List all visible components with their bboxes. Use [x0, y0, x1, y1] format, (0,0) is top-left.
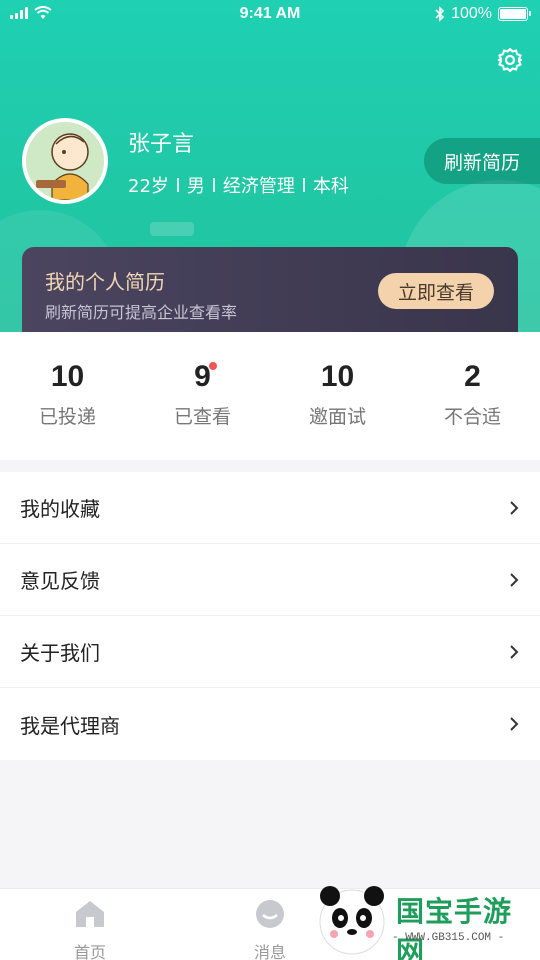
- menu-item-feedback[interactable]: 意见反馈: [0, 544, 540, 616]
- stat-value: 10: [320, 360, 355, 393]
- menu-item-label: 我是代理商: [20, 713, 120, 738]
- watermark-text: 国宝手游网: [396, 895, 513, 960]
- notification-dot: [208, 362, 217, 370]
- message-icon: [256, 900, 284, 928]
- bluetooth-icon: [435, 6, 445, 22]
- watermark-url: - WWW.GB315.COM -: [392, 932, 505, 944]
- stat-unsuitable[interactable]: 2 不合适: [405, 332, 540, 460]
- battery-percent: 100%: [451, 5, 492, 22]
- watermark: 国宝手游网 - WWW.GB315.COM -: [312, 878, 540, 960]
- menu-item-label: 意见反馈: [20, 569, 100, 593]
- stat-label: 已投递: [38, 406, 96, 428]
- stat-label: 已查看: [173, 406, 231, 428]
- chevron-right-icon: [510, 644, 519, 659]
- panda-logo-icon: [319, 886, 385, 955]
- divider: [302, 178, 305, 192]
- resume-card[interactable]: 我的个人简历 刷新简历可提高企业查看率 立即查看: [22, 247, 518, 337]
- menu-item-label: 我的收藏: [20, 497, 100, 521]
- stat-interview[interactable]: 10 邀面试: [270, 332, 405, 460]
- stat-viewed[interactable]: 9 已查看: [135, 332, 270, 460]
- menu-list: 我的收藏 意见反馈 关于我们 我是代理商: [0, 472, 540, 760]
- menu-item-favorites[interactable]: 我的收藏: [0, 472, 540, 544]
- stat-label: 邀面试: [308, 406, 366, 428]
- resume-card-subtitle: 刷新简历可提高企业查看率: [45, 303, 238, 322]
- view-resume-button[interactable]: 立即查看: [378, 273, 494, 309]
- cartoon-avatar-image: [26, 122, 104, 200]
- menu-item-about[interactable]: 关于我们: [0, 616, 540, 688]
- user-degree: 本科: [312, 176, 349, 197]
- stat-delivered[interactable]: 10 已投递: [0, 332, 135, 460]
- menu-item-agent[interactable]: 我是代理商: [0, 688, 540, 760]
- status-bar: 9:41 AM 100%: [0, 0, 540, 30]
- user-major: 经济管理: [222, 176, 295, 197]
- stat-value: 2: [464, 360, 481, 393]
- user-name: 张子言: [128, 132, 195, 157]
- chevron-right-icon: [510, 572, 519, 587]
- tab-label: 首页: [73, 943, 106, 960]
- stat-value: 10: [50, 360, 85, 393]
- chevron-right-icon: [510, 717, 519, 731]
- divider: [176, 178, 179, 192]
- avatar[interactable]: [22, 118, 108, 204]
- stats-panel: 10 已投递 9 已查看 10 邀面试 2 不合适: [0, 332, 540, 460]
- divider: [212, 178, 215, 192]
- chevron-right-icon: [510, 500, 519, 515]
- home-icon: [76, 901, 104, 927]
- user-info: 22岁 男 经济管理 本科: [128, 172, 349, 198]
- menu-item-label: 关于我们: [20, 641, 100, 665]
- settings-gear-icon[interactable]: [496, 46, 524, 74]
- battery-icon: [498, 7, 531, 21]
- tab-home[interactable]: 首页: [0, 889, 180, 960]
- decor-bar: [150, 222, 194, 236]
- user-gender: 男: [186, 176, 205, 197]
- stat-value-wrap: 9: [194, 360, 217, 394]
- user-age: 22岁: [128, 176, 169, 197]
- resume-card-title: 我的个人简历: [45, 270, 165, 294]
- refresh-resume-button[interactable]: 刷新简历: [424, 138, 540, 184]
- stat-label: 不合适: [443, 406, 501, 428]
